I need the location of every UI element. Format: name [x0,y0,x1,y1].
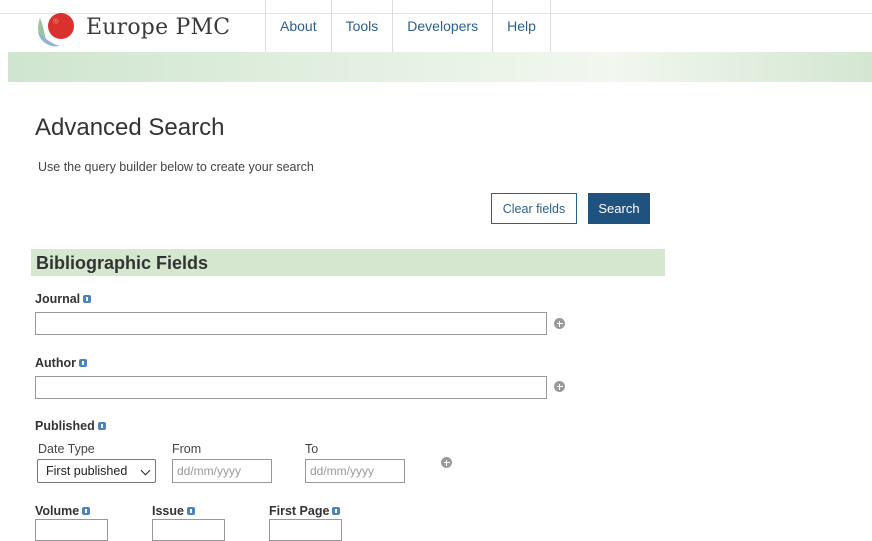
author-label: Author [35,356,87,370]
date-type-label: Date Type [38,442,95,456]
journal-input[interactable] [35,312,547,335]
volume-label: Volume [35,504,91,518]
journal-label: Journal [35,292,92,306]
main-nav: About Tools Developers Help [265,0,551,52]
page-title: Advanced Search [35,114,225,141]
published-label: Published [35,419,106,433]
author-label-text: Author [35,356,76,370]
info-icon[interactable] [97,422,106,430]
from-date-input[interactable]: dd/mm/yyyy [172,459,272,483]
first-page-label-text: First Page [269,504,330,518]
volume-label-text: Volume [35,504,80,518]
add-row-icon[interactable] [554,318,565,329]
issue-label-text: Issue [152,504,184,518]
to-label: To [305,442,319,456]
info-icon[interactable] [332,507,341,515]
add-row-icon[interactable] [554,381,565,392]
info-icon[interactable] [78,359,87,367]
journal-label-text: Journal [35,292,81,306]
date-type-value: First published [46,464,128,478]
page-subtitle: Use the query builder below to create yo… [38,160,314,174]
first-page-label: First Page [269,504,341,518]
nav-about[interactable]: About [265,0,331,52]
from-label: From [172,442,202,456]
section-bibliographic-fields: Bibliographic Fields [31,249,665,276]
header-banner [8,52,872,82]
search-button[interactable]: Search [588,193,650,224]
nav-developers[interactable]: Developers [392,0,492,52]
published-label-text: Published [35,419,95,433]
chevron-down-icon [140,465,151,476]
add-row-icon[interactable] [441,457,452,468]
nav-help[interactable]: Help [492,0,551,52]
issue-label: Issue [152,504,195,518]
clear-fields-button[interactable]: Clear fields [491,193,577,224]
info-icon[interactable] [186,507,195,515]
nav-tools[interactable]: Tools [330,0,393,52]
europe-pmc-logo-icon[interactable] [34,8,84,50]
to-date-input[interactable]: dd/mm/yyyy [305,459,405,483]
brand-name[interactable]: Europe PMC [86,15,230,40]
info-icon[interactable] [82,507,91,515]
date-type-select[interactable]: First published [37,459,156,483]
author-input[interactable] [35,376,547,399]
info-icon[interactable] [83,295,92,303]
